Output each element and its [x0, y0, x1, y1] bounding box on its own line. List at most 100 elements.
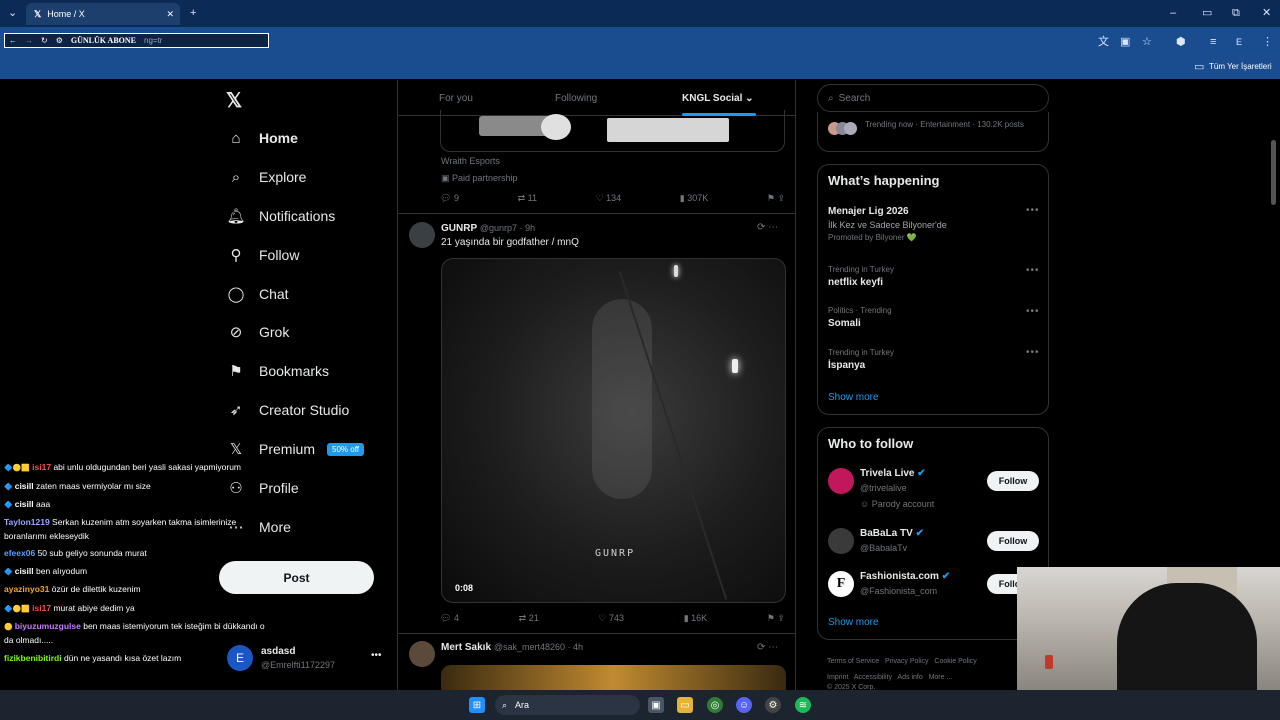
footer-accessibility[interactable]: Accessibility — [854, 674, 892, 681]
tab-following[interactable]: Following — [555, 93, 597, 104]
chat-username[interactable]: isi17 — [32, 603, 51, 613]
chat-username[interactable]: fizikbenibitirdi — [4, 653, 62, 663]
repost-button[interactable]: ⇄ 21 — [519, 613, 539, 624]
tweet-media[interactable] — [441, 665, 786, 690]
file-explorer-icon[interactable]: ▭ — [677, 697, 693, 713]
trend-more-icon[interactable]: ••• — [1026, 265, 1040, 276]
footer-privacy[interactable]: Privacy Policy — [885, 658, 929, 665]
chat-username[interactable]: cisill — [15, 499, 34, 509]
window-icon[interactable]: ⧉ — [1232, 6, 1240, 20]
browser-tab[interactable]: 𝕏 Home / X ✕ — [26, 3, 180, 25]
chrome-icon[interactable]: ◎ — [707, 697, 723, 713]
follow-name[interactable]: Trivela Live ✔ — [860, 468, 926, 479]
bookmark-star-icon[interactable]: ☆ — [1142, 35, 1152, 49]
follow-avatar[interactable]: F — [828, 571, 854, 597]
nav-creator-studio[interactable]: ➶ Creator Studio — [227, 401, 350, 419]
nav-grok[interactable]: ⊘ Grok — [227, 323, 290, 341]
media-icon[interactable]: ≡ — [1210, 35, 1216, 49]
reload-icon[interactable]: ↻ — [41, 36, 48, 45]
chat-username[interactable]: efeex06 — [4, 548, 35, 558]
trend-more-icon[interactable]: ••• — [1026, 347, 1040, 358]
trending-now-card[interactable]: Trending now · Entertainment · 130.2K po… — [817, 112, 1049, 152]
menu-icon[interactable]: ⋮ — [1262, 35, 1273, 49]
show-more-follows[interactable]: Show more — [828, 617, 879, 628]
new-tab-icon[interactable]: + — [190, 6, 196, 20]
account-more-icon[interactable]: ••• — [371, 650, 382, 661]
show-more-trends[interactable]: Show more — [828, 392, 879, 403]
follow-button[interactable]: Follow — [987, 531, 1039, 551]
nav-explore[interactable]: ⌕ Explore — [227, 168, 307, 186]
nav-chat[interactable]: ◯ Chat — [227, 285, 289, 303]
extensions-icon[interactable]: ⬢ — [1176, 35, 1186, 49]
nav-more[interactable]: ⋯ More — [227, 518, 291, 536]
chat-username[interactable]: cisill — [15, 566, 34, 576]
trend-item[interactable]: Politics · Trending Somali — [828, 306, 892, 329]
trend-item[interactable]: Trending in Turkey İspanya — [828, 348, 894, 371]
tab-kngl-social[interactable]: KNGL Social ⌄ — [682, 93, 754, 104]
footer-terms[interactable]: Terms of Service — [827, 658, 879, 665]
footer-ads-info[interactable]: Ads info — [897, 674, 922, 681]
post-button[interactable]: Post — [219, 561, 374, 594]
all-bookmarks-label[interactable]: Tüm Yer İşaretleri — [1209, 62, 1272, 71]
nav-premium[interactable]: 𝕏 Premium 50% off — [227, 440, 364, 458]
footer-imprint[interactable]: Imprint — [827, 674, 848, 681]
back-icon[interactable]: ← — [9, 36, 17, 45]
restore-icon[interactable]: ▭ — [1202, 6, 1212, 20]
bookmark-icon[interactable]: ⚑ ⇪ — [767, 613, 785, 624]
nav-notifications[interactable]: 🔔︎ Notifications — [226, 207, 335, 225]
chat-username[interactable]: ayazinyo31 — [4, 584, 49, 594]
reply-button[interactable]: 💬︎ 9 — [440, 193, 459, 204]
footer-more[interactable]: More ... — [929, 674, 953, 681]
trend-item[interactable]: Trending in Turkey netflix keyfi — [828, 265, 894, 288]
cast-icon[interactable]: ▣ — [1120, 35, 1130, 49]
nav-profile[interactable]: ⚇ Profile — [227, 479, 298, 497]
tab-close-icon[interactable]: ✕ — [166, 9, 174, 20]
tweet-author-handle[interactable]: @sak_mert48260 · 4h — [494, 642, 583, 652]
chat-username[interactable]: cisill — [15, 481, 34, 491]
chat-username[interactable]: isi17 — [32, 462, 51, 472]
footer-cookie[interactable]: Cookie Policy — [934, 658, 976, 665]
chat-username[interactable]: Taylon1219 — [4, 517, 50, 527]
translate-icon[interactable]: 文 — [1098, 35, 1109, 49]
settings-icon[interactable]: ⚙ — [765, 697, 781, 713]
page-scrollbar[interactable] — [1271, 140, 1276, 205]
nav-bookmarks[interactable]: ⚑ Bookmarks — [227, 362, 329, 380]
address-bar[interactable]: ← → ↻ ⚙ GÜNLÜK ABONE ng=tr — [4, 33, 269, 48]
tweet-author-name[interactable]: Mert Sakık — [441, 642, 491, 653]
tab-list-icon[interactable]: ⌄ — [8, 6, 17, 20]
taskbar-search[interactable]: ⌕ Ara — [495, 695, 640, 715]
start-icon[interactable]: ⊞ — [469, 697, 485, 713]
views-button[interactable]: ▮ 307K — [680, 193, 708, 204]
views-button[interactable]: ▮ 16K — [684, 613, 707, 624]
forward-icon[interactable]: → — [25, 36, 33, 45]
follow-avatar[interactable] — [828, 468, 854, 494]
site-info-icon[interactable]: ⚙ — [56, 36, 63, 45]
follow-button[interactable]: Follow — [987, 471, 1039, 491]
like-button[interactable]: ♡ 134 — [596, 193, 622, 204]
discord-icon[interactable]: ☺ — [736, 697, 752, 713]
repost-button[interactable]: ⇄ 11 — [518, 193, 537, 204]
tab-for-you[interactable]: For you — [439, 93, 473, 104]
tweet-video[interactable]: GUNRP 0:08 — [441, 258, 786, 603]
like-button[interactable]: ♡ 743 — [598, 613, 624, 624]
task-view-icon[interactable]: ▣ — [648, 697, 664, 713]
tweet-avatar[interactable] — [409, 641, 435, 667]
follow-name[interactable]: BaBaLa TV ✔ — [860, 528, 924, 539]
ad-media[interactable] — [440, 110, 785, 152]
account-switcher[interactable]: E asdasd @Emrelfti1172297 ••• — [227, 645, 397, 675]
nav-home[interactable]: ⌂ Home — [227, 129, 297, 147]
tweet-more-icon[interactable]: ⟳ ⋯ — [757, 642, 778, 653]
trend-more-icon[interactable]: ••• — [1026, 205, 1040, 216]
follow-name[interactable]: Fashionista.com ✔ — [860, 571, 950, 582]
nav-follow[interactable]: ⚲ Follow — [227, 246, 300, 264]
close-window-icon[interactable]: ✕ — [1262, 6, 1271, 20]
follow-avatar[interactable] — [828, 528, 854, 554]
tweet-author-name[interactable]: GUNRP — [441, 223, 477, 234]
trend-item[interactable]: Menajer Lig 2026 İlk Kez ve Sadece Bilyo… — [828, 206, 1038, 242]
profile-avatar[interactable]: E — [1236, 35, 1242, 49]
tweet-author-handle[interactable]: @gunrp7 · 9h — [480, 223, 535, 233]
search-box[interactable]: ⌕ Search — [817, 84, 1049, 112]
tweet-more-icon[interactable]: ⟳ ⋯ — [757, 222, 778, 233]
spotify-icon[interactable]: ≋ — [795, 697, 811, 713]
bookmark-icon[interactable]: ⚑ ⇪ — [767, 193, 785, 204]
